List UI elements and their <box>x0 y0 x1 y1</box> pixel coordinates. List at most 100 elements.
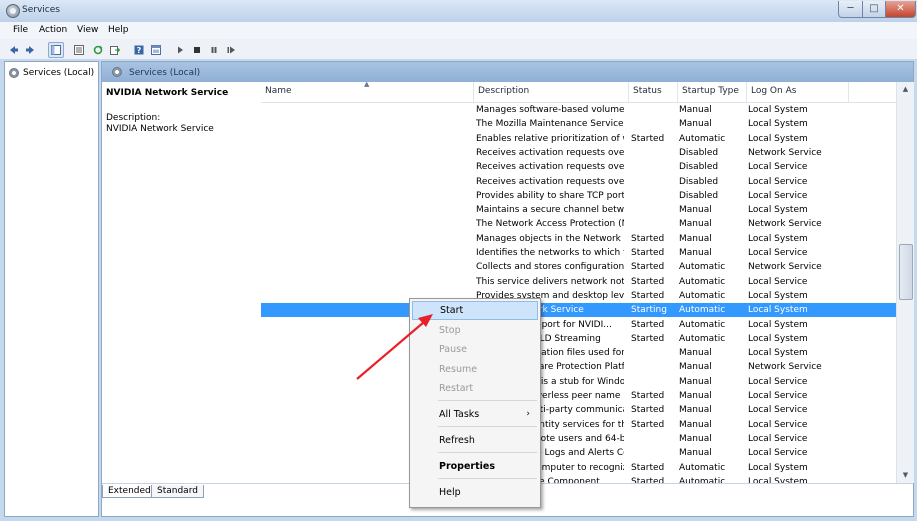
table-row[interactable]: Performance Counter DLL Host...Enables r… <box>261 432 896 446</box>
cell-description: Collects and stores configuration i... <box>476 262 624 273</box>
table-row[interactable]: Office Source Engine...Saves installatio… <box>261 346 896 360</box>
scroll-down-arrow-icon[interactable]: ▼ <box>897 468 914 483</box>
cell-log-on-as: Local System <box>748 333 808 344</box>
context-menu-start[interactable]: Start <box>412 301 538 320</box>
refresh-icon[interactable] <box>90 42 106 58</box>
table-row[interactable]: Network List ServiceIdentifies the netwo… <box>261 246 896 260</box>
table-row[interactable]: Net.Tcp Port Sharing ServiceProvides abi… <box>261 189 896 203</box>
table-row[interactable]: Peer Networking Identity Manag...Provide… <box>261 418 896 432</box>
table-row[interactable]: Network Store Interface ServiceThis serv… <box>261 275 896 289</box>
cell-startup-type: Manual <box>679 391 712 401</box>
cell-startup-type: Disabled <box>679 162 719 173</box>
menu-view[interactable]: View <box>77 25 98 35</box>
table-row[interactable]: NVIDIA Streamer Service...NVIDIA SHIELD … <box>261 332 896 346</box>
properties-icon[interactable] <box>71 42 87 58</box>
context-menu-restart: Restart <box>412 379 538 398</box>
cell-description: The Network Access Protection (N... <box>476 219 624 230</box>
cell-log-on-as: Local System <box>748 305 808 316</box>
back-arrow-icon[interactable] <box>6 42 22 58</box>
table-row[interactable]: Network ConnectionsManages objects in th… <box>261 232 896 246</box>
table-row[interactable]: Net.Msmq Listener AdapterReceives activa… <box>261 146 896 160</box>
context-menu-properties[interactable]: Properties <box>412 457 538 476</box>
scrollbar-thumb[interactable] <box>899 244 913 300</box>
context-menu-all-tasks[interactable]: All Tasks › <box>412 405 538 424</box>
maximize-button[interactable]: □ <box>862 1 886 18</box>
column-header-startup-type[interactable]: Startup Type <box>678 82 747 102</box>
vertical-scrollbar[interactable]: ▲ ▼ <box>896 82 914 483</box>
cell-log-on-as: Local Service <box>748 276 808 287</box>
table-row[interactable]: NVIDIA Display Driver ServiceProvides sy… <box>261 289 896 303</box>
context-menu-resume: Resume <box>412 360 538 379</box>
column-header-status[interactable]: Status <box>629 82 678 102</box>
cell-log-on-as: Local Service <box>748 391 808 401</box>
cell-log-on-as: Local System <box>748 462 808 473</box>
column-header-description[interactable]: Description <box>474 82 629 102</box>
services-list[interactable]: Name ▲ Description Status Startup Type L… <box>261 82 896 483</box>
cell-status: Started <box>631 476 665 483</box>
console-icon[interactable] <box>148 42 164 58</box>
cell-startup-type: Automatic <box>679 276 726 287</box>
table-row[interactable]: PnkBstrA...Office Source ComponentStarte… <box>261 475 896 483</box>
table-row[interactable]: Net.Pipe Listener AdapterReceives activa… <box>261 160 896 174</box>
cell-log-on-as: Local Service <box>748 162 808 173</box>
cell-startup-type: Manual <box>679 433 712 444</box>
table-row[interactable]: Mozilla Maintenance ServiceThe Mozilla M… <box>261 117 896 131</box>
cell-status: Started <box>631 276 665 287</box>
cell-status: Started <box>631 462 665 473</box>
close-button[interactable]: ✕ <box>885 1 916 18</box>
description-text: NVIDIA Network Service <box>106 124 214 134</box>
restart-icon[interactable] <box>223 42 239 58</box>
cell-startup-type: Manual <box>679 233 712 244</box>
stop-icon[interactable] <box>189 42 205 58</box>
cell-description: Manages objects in the Network a... <box>476 233 624 244</box>
table-row[interactable]: NetlogonMaintains a secure channel betwe… <box>261 203 896 217</box>
menu-separator <box>438 452 537 453</box>
tab-standard[interactable]: Standard <box>151 485 204 498</box>
table-row[interactable]: Peer Networking Grouping...Enables multi… <box>261 403 896 417</box>
tab-extended[interactable]: Extended <box>102 485 157 498</box>
table-row[interactable]: Parental Controls...This service is a st… <box>261 375 896 389</box>
context-menu-refresh[interactable]: Refresh <box>412 431 538 450</box>
table-row[interactable]: NVIDIA Stereoscopic 3D Driver Se...Provi… <box>261 318 896 332</box>
title-bar: Services ─ □ ✕ <box>0 0 917 23</box>
table-row[interactable]: Performance Logs & Alerts...Performance … <box>261 446 896 460</box>
play-icon[interactable] <box>172 42 188 58</box>
table-row-selected[interactable]: NVIDIA Network ServiceNVIDIA Network Ser… <box>261 303 896 318</box>
cell-description: This service delivers network notifi... <box>476 276 624 287</box>
cell-status: Started <box>631 233 665 244</box>
help-icon[interactable]: ? <box>131 42 147 58</box>
tree-item-services-local[interactable]: Services (Local) <box>9 66 94 79</box>
cell-startup-type: Automatic <box>679 333 726 344</box>
table-row[interactable]: Net.Tcp Listener AdapterReceives activat… <box>261 175 896 189</box>
menu-action[interactable]: Action <box>39 25 67 35</box>
export-icon[interactable] <box>107 42 123 58</box>
minimize-button[interactable]: ─ <box>838 1 863 18</box>
menu-help[interactable]: Help <box>108 25 129 35</box>
table-row[interactable]: Plug and Play...Enables a computer to re… <box>261 461 896 475</box>
cell-startup-type: Manual <box>679 405 712 416</box>
column-header-log-on-as[interactable]: Log On As <box>747 82 849 102</box>
show-tree-icon[interactable] <box>48 42 64 58</box>
cell-description: The Mozilla Maintenance Service e... <box>476 119 624 130</box>
description-label: Description: <box>106 113 161 123</box>
services-gear-icon <box>9 67 19 78</box>
table-row[interactable]: Network Location AwarenessCollects and s… <box>261 260 896 274</box>
cell-startup-type: Disabled <box>679 147 719 158</box>
cell-status: Started <box>631 290 665 301</box>
scroll-up-arrow-icon[interactable]: ▲ <box>897 82 914 97</box>
context-menu-help[interactable]: Help <box>412 483 538 502</box>
cell-status: Starting <box>631 305 667 316</box>
table-row[interactable]: Office Software Protection Platfo...Offi… <box>261 360 896 374</box>
table-row[interactable]: Multimedia Class SchedulerEnables relati… <box>261 132 896 146</box>
table-row[interactable]: Peer Name Resolution Protocol...Enables … <box>261 389 896 403</box>
context-menu-label: Refresh <box>439 435 475 446</box>
table-row[interactable]: Network Access Protection AgentThe Netwo… <box>261 217 896 231</box>
menu-file[interactable]: File <box>13 25 28 35</box>
cell-log-on-as: Network Service <box>748 362 822 373</box>
pause-icon[interactable] <box>206 42 222 58</box>
context-menu: Start Stop Pause Resume Restart All Tasks › Ref… <box>409 298 541 508</box>
forward-arrow-icon[interactable] <box>22 42 38 58</box>
table-row[interactable]: Microsoft Software Shadow Copy ProviderM… <box>261 103 896 117</box>
cell-startup-type: Disabled <box>679 190 719 201</box>
cell-status: Started <box>631 133 665 144</box>
